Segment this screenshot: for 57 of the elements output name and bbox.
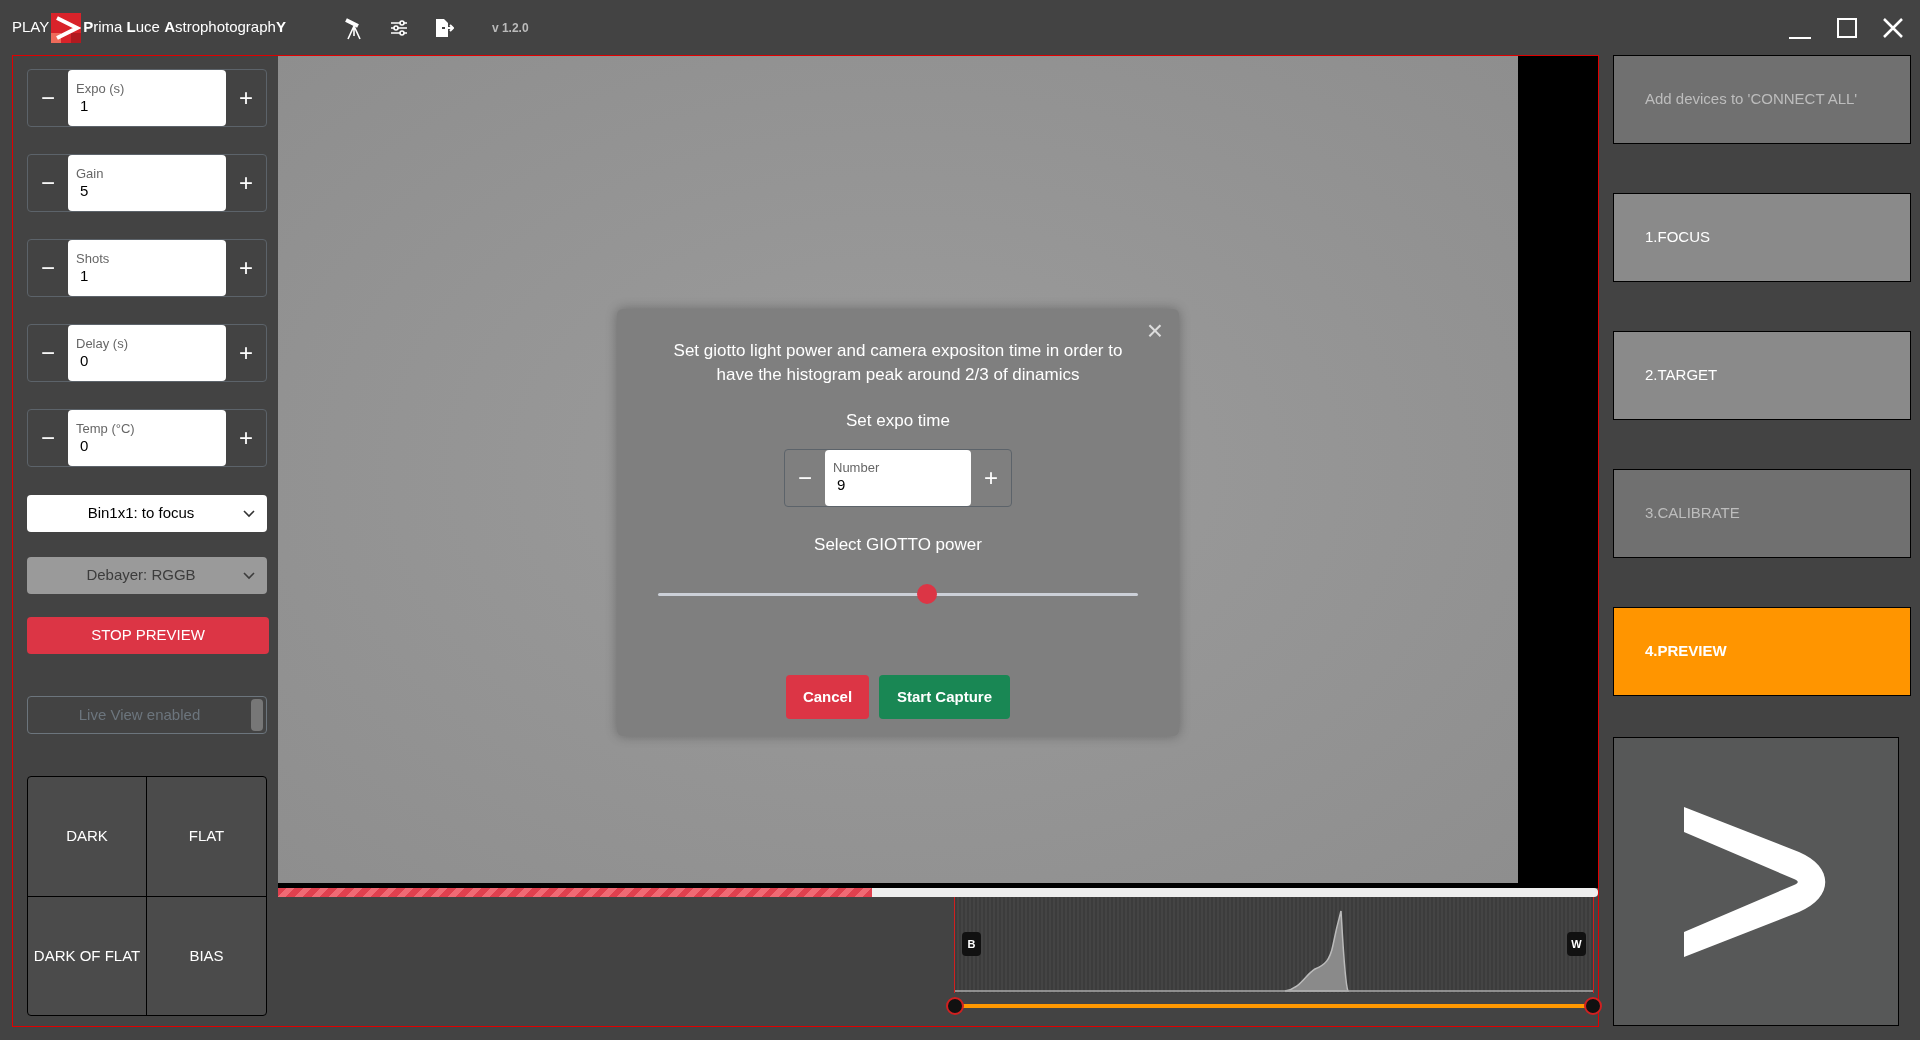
- chevron-down-icon: [243, 571, 255, 580]
- calibration-button[interactable]: BIAS: [147, 896, 266, 1015]
- decrement-button[interactable]: −: [28, 240, 68, 296]
- number-field[interactable]: Gain 5: [68, 155, 226, 211]
- dialog-message: Set giotto light power and camera expositon time in order to have the histogram peak around 2/3 of dinamics: [672, 340, 1124, 386]
- chevron-down-icon: [243, 509, 255, 518]
- brand-name: Prima Luce AstrophotographY: [83, 17, 286, 38]
- field-value: 1: [79, 96, 90, 116]
- number-field[interactable]: Number 9: [825, 449, 971, 506]
- increment-button[interactable]: +: [971, 449, 1011, 506]
- number-field[interactable]: Shots 1: [68, 240, 226, 296]
- decrement-button[interactable]: −: [28, 70, 68, 126]
- brand-prefix: PLAY: [12, 17, 50, 38]
- field-value: 0: [79, 351, 90, 371]
- calibration-button[interactable]: DARK: [28, 777, 147, 897]
- number-field[interactable]: Delay (s) 0: [68, 325, 226, 381]
- field-label: Delay (s): [76, 335, 129, 352]
- section-title: Select GIOTTO power: [814, 533, 982, 556]
- cancel-button[interactable]: Cancel: [786, 675, 869, 719]
- increment-button[interactable]: +: [226, 410, 266, 466]
- version-label: v 1.2.0: [491, 19, 529, 37]
- number-field[interactable]: Temp (°C) 0: [68, 410, 226, 466]
- field-label: Shots: [76, 250, 111, 267]
- decrement-button[interactable]: −: [28, 410, 68, 466]
- increment-button[interactable]: +: [226, 240, 266, 296]
- close-icon[interactable]: [1882, 16, 1904, 39]
- start-capture-button[interactable]: Start Capture: [879, 675, 1010, 719]
- field-label: Number: [833, 460, 881, 477]
- export-file-icon[interactable]: [433, 17, 454, 38]
- decrement-button[interactable]: −: [28, 325, 68, 381]
- section-title: Set expo time: [846, 410, 950, 432]
- decrement-button[interactable]: −: [28, 155, 68, 211]
- range-handle[interactable]: [946, 997, 964, 1015]
- field-label: Gain: [76, 165, 105, 182]
- slider-thumb[interactable]: [916, 584, 937, 604]
- field-label: Temp (°C): [76, 420, 136, 437]
- field-value: 0: [79, 436, 90, 456]
- highlight-point-marker[interactable]: W: [1567, 932, 1586, 956]
- increment-button[interactable]: +: [226, 70, 266, 126]
- field-value: 5: [79, 181, 90, 201]
- increment-button[interactable]: +: [226, 155, 266, 211]
- shadow-point-marker[interactable]: B: [962, 932, 981, 956]
- sliders-icon[interactable]: [389, 19, 408, 36]
- calibration-button[interactable]: FLAT: [147, 777, 266, 897]
- toggle-knob: [251, 699, 263, 731]
- decrement-button[interactable]: −: [785, 449, 825, 506]
- field-value: 1: [79, 266, 90, 286]
- field-label: Expo (s): [76, 80, 126, 97]
- increment-button[interactable]: +: [226, 325, 266, 381]
- range-handle[interactable]: [1584, 997, 1602, 1015]
- stop-preview-button[interactable]: STOP PREVIEW: [27, 617, 269, 654]
- calibration-button[interactable]: DARK OF FLAT: [28, 896, 147, 1015]
- number-field[interactable]: Expo (s) 1: [68, 70, 226, 126]
- field-value: 9: [836, 476, 847, 495]
- maximize-icon[interactable]: [1836, 16, 1858, 39]
- logo-icon: [51, 12, 82, 43]
- dropdown-select[interactable]: Bin1x1: to focus: [27, 495, 267, 532]
